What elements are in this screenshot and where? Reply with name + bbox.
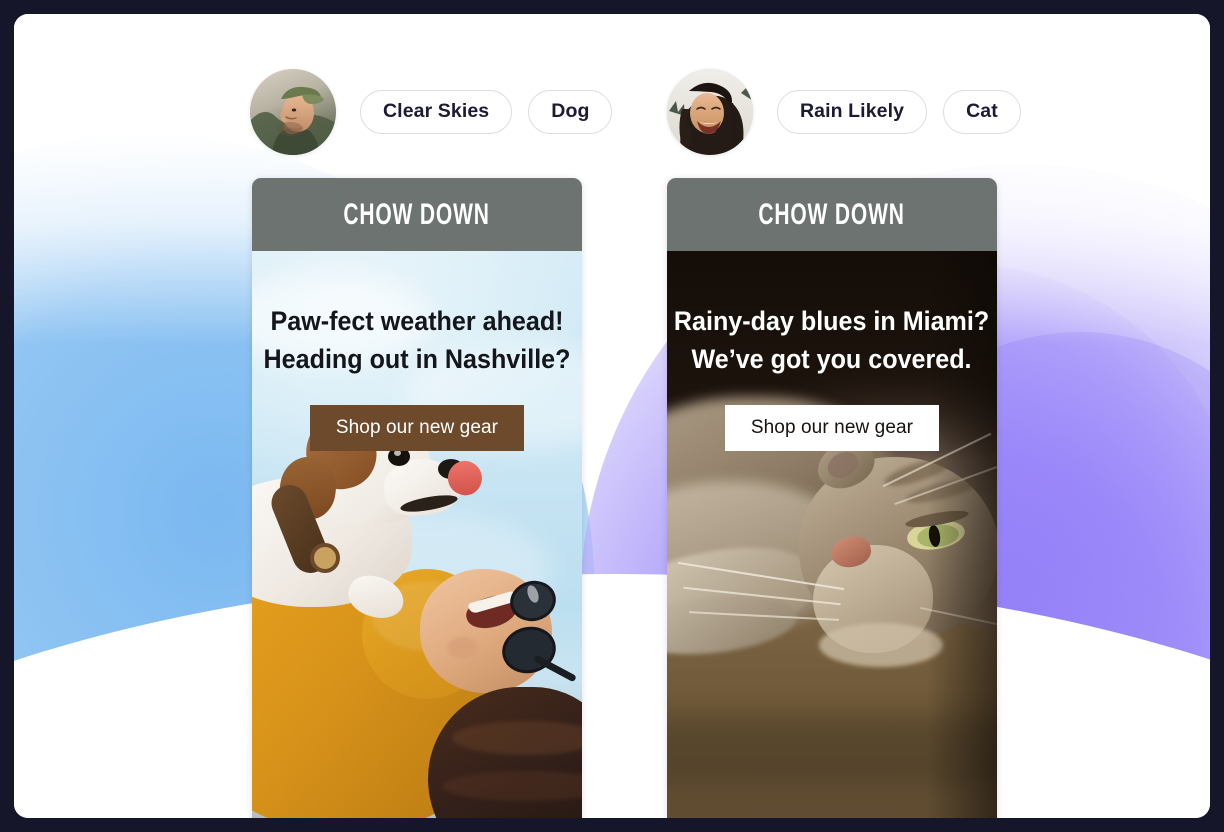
card-2-body: Rainy-day blues in Miami? We’ve got you … — [667, 251, 997, 818]
card-1-overlay: Paw-fect weather ahead! Heading out in N… — [252, 251, 582, 818]
headline-line-2: We’ve got you covered. — [691, 343, 973, 374]
persona-row-2: Rain Likely Cat — [667, 69, 1021, 155]
email-preview-card-1[interactable]: CHOW DOWN Paw-fect weather ahead! Headin… — [252, 178, 582, 818]
chip-weather[interactable]: Rain Likely — [777, 89, 928, 135]
card-2-overlay: Rainy-day blues in Miami? We’ve got you … — [667, 251, 997, 818]
chip-pet[interactable]: Dog — [528, 89, 613, 135]
card-2-header: CHOW DOWN — [667, 178, 997, 251]
card-1-header: CHOW DOWN — [252, 178, 582, 251]
card-1-headline: Paw-fect weather ahead! Heading out in N… — [264, 303, 571, 379]
top-white-fade — [14, 14, 1210, 344]
shop-our-new-gear-button[interactable]: Shop our new gear — [724, 404, 940, 451]
headline-line-1: Paw-fect weather ahead! — [270, 306, 564, 336]
avatar-woman-laughing[interactable] — [667, 69, 753, 155]
chip-weather[interactable]: Clear Skies — [360, 89, 513, 135]
avatar-man-cap[interactable] — [250, 69, 336, 155]
headline-line-2: Heading out in Nashville? — [263, 343, 571, 374]
brand-logo: CHOW DOWN — [343, 197, 491, 231]
persona-1-chips: Clear Skies Dog — [360, 89, 613, 135]
chip-pet[interactable]: Cat — [943, 89, 1021, 135]
headline-line-1: Rainy-day blues in Miami? — [674, 306, 990, 336]
shop-our-new-gear-button[interactable]: Shop our new gear — [309, 404, 525, 451]
persona-2-chips: Rain Likely Cat — [777, 89, 1021, 135]
card-1-body: Paw-fect weather ahead! Heading out in N… — [252, 251, 582, 818]
app-frame: Clear Skies Dog Rain Likely Cat CHOW DOW… — [0, 0, 1224, 832]
card-2-headline: Rainy-day blues in Miami? We’ve got you … — [674, 303, 989, 379]
email-preview-card-2[interactable]: CHOW DOWN Rainy-day blues in Miami? We’v… — [667, 178, 997, 818]
brand-logo: CHOW DOWN — [758, 197, 906, 231]
page-canvas: Clear Skies Dog Rain Likely Cat CHOW DOW… — [14, 14, 1210, 818]
persona-row-1: Clear Skies Dog — [250, 69, 613, 155]
